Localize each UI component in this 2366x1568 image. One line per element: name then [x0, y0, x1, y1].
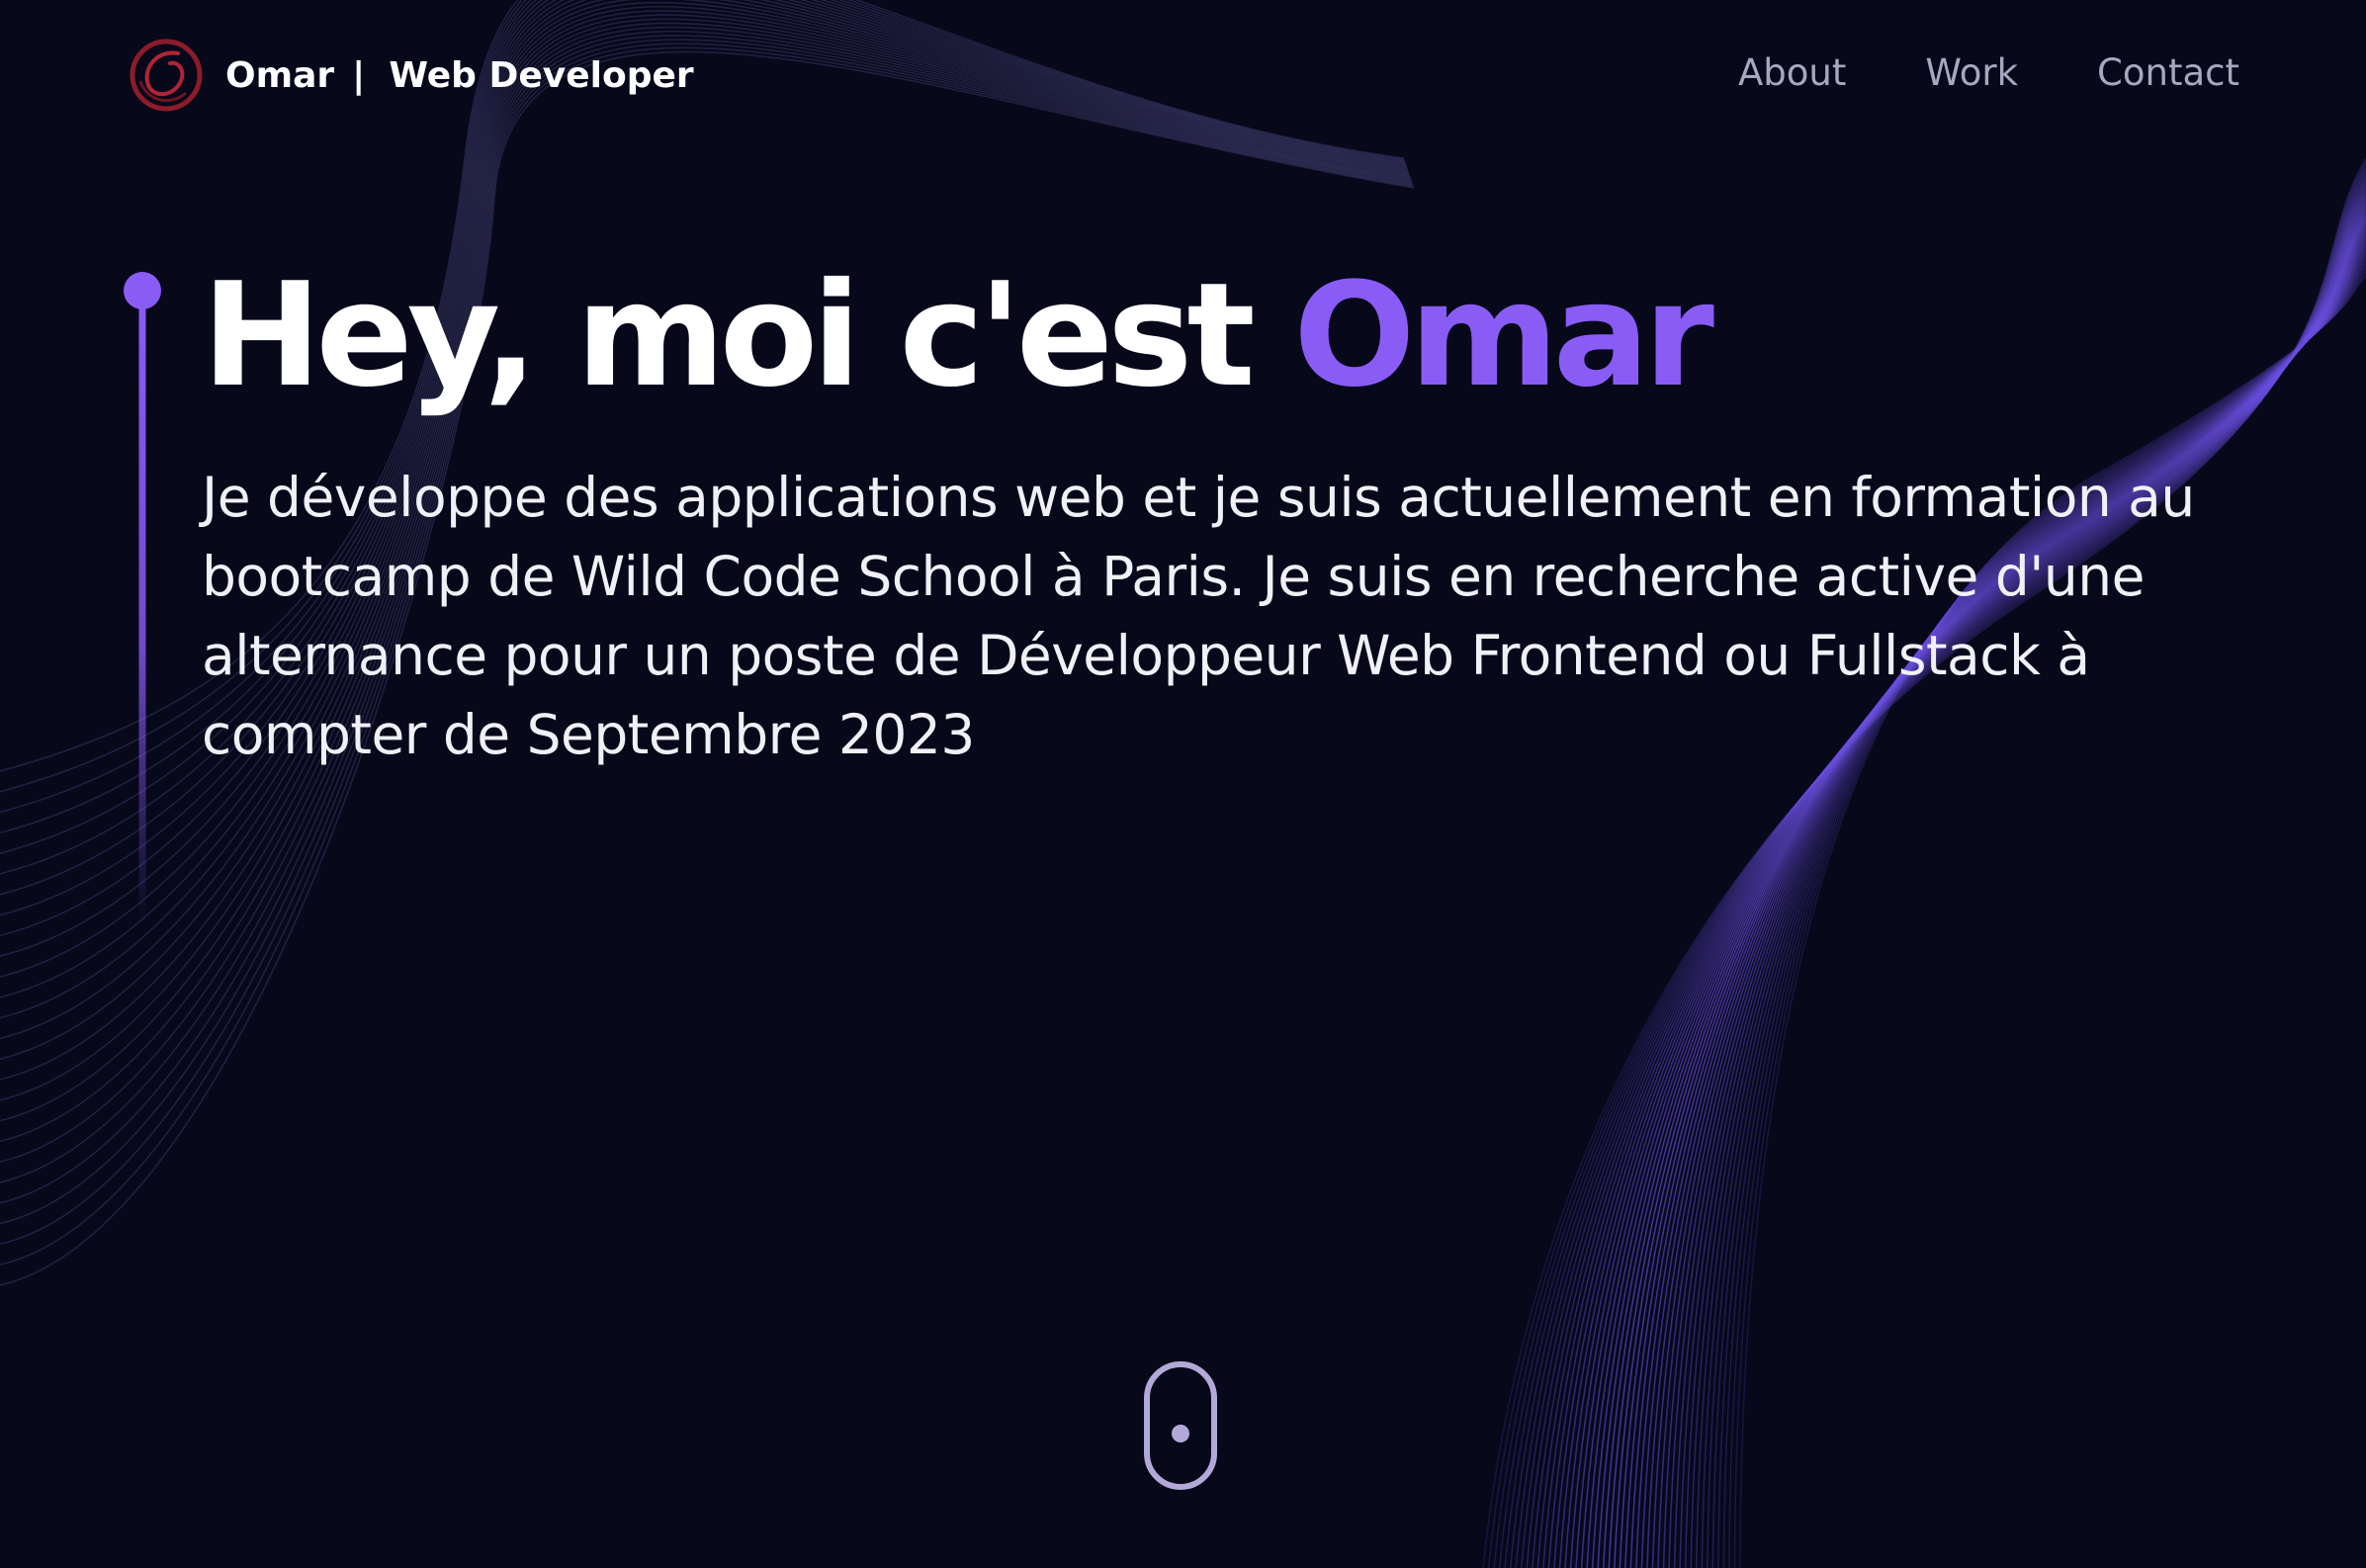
mouse-scroll-icon[interactable] [1143, 1360, 1218, 1491]
right-wave-line [1673, 245, 2366, 1568]
background-wave-lines [0, 0, 2366, 1568]
hero-description: Je développe des applications web et je … [202, 466, 2195, 766]
swirl-logo-icon [130, 39, 203, 112]
hero-title: Hey, moi c'est Omar [202, 252, 1714, 420]
nav-link-work[interactable]: Work [1925, 51, 2018, 94]
right-wave-line [1684, 250, 2366, 1568]
right-wave-line [1690, 253, 2366, 1568]
nav-link-about[interactable]: About [1738, 51, 1846, 94]
right-wave-line [1679, 248, 2366, 1568]
brand-name: Omar [225, 54, 335, 96]
nav-links: About Work Contact [1738, 51, 2239, 94]
right-wave-line [1602, 213, 2366, 1568]
brand[interactable]: Omar | Web Developer [127, 36, 694, 115]
nav-link-contact[interactable]: Contact [2097, 51, 2239, 94]
timeline-accent-line [124, 272, 161, 923]
top-navigation: Omar | Web Developer About Work Contact [0, 0, 2366, 158]
brand-separator: | [352, 54, 366, 96]
brand-role: Web Developer [389, 54, 694, 96]
right-wave-line [1608, 216, 2366, 1568]
hero-title-highlight: Omar [1293, 252, 1714, 419]
hero-title-prefix: Hey, moi c'est [202, 252, 1256, 419]
